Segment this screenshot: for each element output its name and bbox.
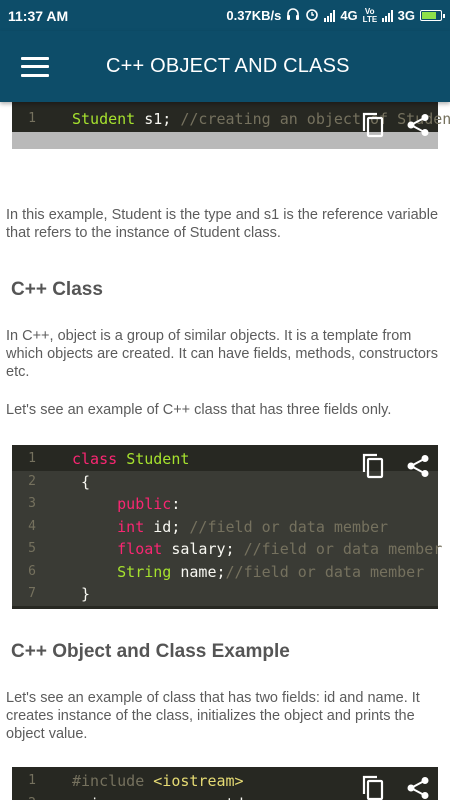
line-number: 2 — [12, 793, 52, 800]
line-number: 1 — [28, 111, 36, 126]
code-tools — [362, 453, 430, 479]
alarm-icon — [305, 7, 319, 24]
line-number: 2 — [28, 473, 36, 489]
share-icon[interactable] — [406, 454, 430, 478]
code-text: float salary; //field or data member — [72, 538, 442, 561]
code-token: { — [72, 472, 91, 491]
line-number: 5 — [28, 541, 36, 556]
paragraph-1: In this example, Student is the type and… — [6, 207, 439, 241]
code-line: 4 int id; //field or data member — [12, 515, 438, 539]
copy-icon[interactable] — [362, 112, 384, 138]
code-token: //field or data member — [243, 540, 443, 558]
volte-label: Vo LTE — [362, 6, 378, 24]
code-token: : — [171, 495, 181, 513]
code-token: <iostream> — [153, 772, 244, 790]
network-type-2: 3G — [397, 8, 415, 23]
code-token: //field or data member — [189, 517, 389, 536]
battery-icon — [420, 10, 445, 21]
code-token: Student — [72, 110, 136, 128]
line-number: 4 — [28, 518, 36, 534]
share-icon[interactable] — [406, 113, 430, 137]
code-text: int id; //field or data member — [72, 516, 388, 539]
network-type-1: 4G — [340, 8, 358, 23]
code-text: String name;//field or data member — [72, 561, 424, 584]
code-token: //field or data member — [225, 562, 425, 581]
code-token: } — [72, 585, 91, 603]
code-tools — [362, 112, 430, 138]
code-block-class: 1 class Student 2 {3 public: 4 int id; //fi… — [12, 445, 442, 609]
code-block-example: 1 #include <iostream> 2 using namespace std… — [12, 767, 438, 800]
code-token: Student — [126, 450, 190, 468]
heading-object-class-example: C++ Object and Class Example — [11, 641, 290, 662]
code-text: { — [72, 471, 90, 494]
status-time: 11:37 AM — [8, 7, 69, 24]
paragraph-2: In C++, object is a group of similar obj… — [6, 328, 438, 380]
signal-icon-2 — [381, 9, 393, 22]
heading-cpp-class: C++ Class — [11, 279, 103, 300]
signal-icon — [324, 9, 336, 22]
code-token: using namespace std; — [72, 795, 253, 800]
code-text: #include <iostream> — [72, 770, 244, 793]
hamburger-menu-icon[interactable] — [21, 56, 49, 77]
code-text: } — [72, 583, 90, 606]
code-text: public: — [72, 493, 180, 516]
code-token: name; — [171, 562, 226, 581]
line-number: 1 — [28, 773, 36, 788]
code-text: class Student — [72, 448, 189, 471]
line-number: 1 — [28, 451, 36, 466]
code-token: class — [72, 450, 127, 468]
code-token: s1; — [135, 110, 181, 128]
paragraph-4: Let's see an example of class that has t… — [6, 690, 420, 742]
page-title: C++ OBJECT AND CLASS — [106, 55, 350, 77]
paragraph-3: Let's see an example of C++ class that h… — [6, 402, 392, 418]
code-token: String — [72, 562, 172, 581]
code-line: 6 String name;//field or data member — [12, 560, 438, 584]
headset-icon — [286, 7, 300, 24]
code-token: public — [72, 495, 172, 513]
code-text: using namespace std; — [72, 793, 253, 800]
status-speed: 0.37KB/s — [226, 8, 282, 23]
code-line: 7 } — [12, 583, 438, 606]
code-token: #include — [72, 772, 154, 790]
code-token: salary; — [162, 540, 244, 558]
code-token: int — [72, 517, 145, 536]
code-line: 3 public: — [12, 493, 438, 516]
status-icons: 0.37KB/s 4G Vo LTE 3G — [226, 6, 445, 24]
status-bar: 11:37 AM 0.37KB/s 4G Vo LTE 3G — [0, 0, 450, 31]
app-bar: C++ OBJECT AND CLASS — [0, 31, 450, 102]
line-number: 3 — [28, 496, 36, 511]
line-number: 6 — [28, 563, 36, 579]
code-line: 5 float salary; //field or data member — [12, 538, 442, 561]
code-block-top: 1 Student s1; //creating an object of St… — [12, 102, 450, 149]
code-token: float — [72, 540, 163, 558]
code-tools — [362, 775, 430, 800]
copy-icon[interactable] — [362, 775, 384, 800]
share-icon[interactable] — [406, 776, 430, 800]
code-token: id; — [144, 517, 190, 536]
article-content[interactable]: 1 Student s1; //creating an object of St… — [0, 102, 450, 800]
line-number: 7 — [28, 586, 36, 601]
copy-icon[interactable] — [362, 453, 384, 479]
